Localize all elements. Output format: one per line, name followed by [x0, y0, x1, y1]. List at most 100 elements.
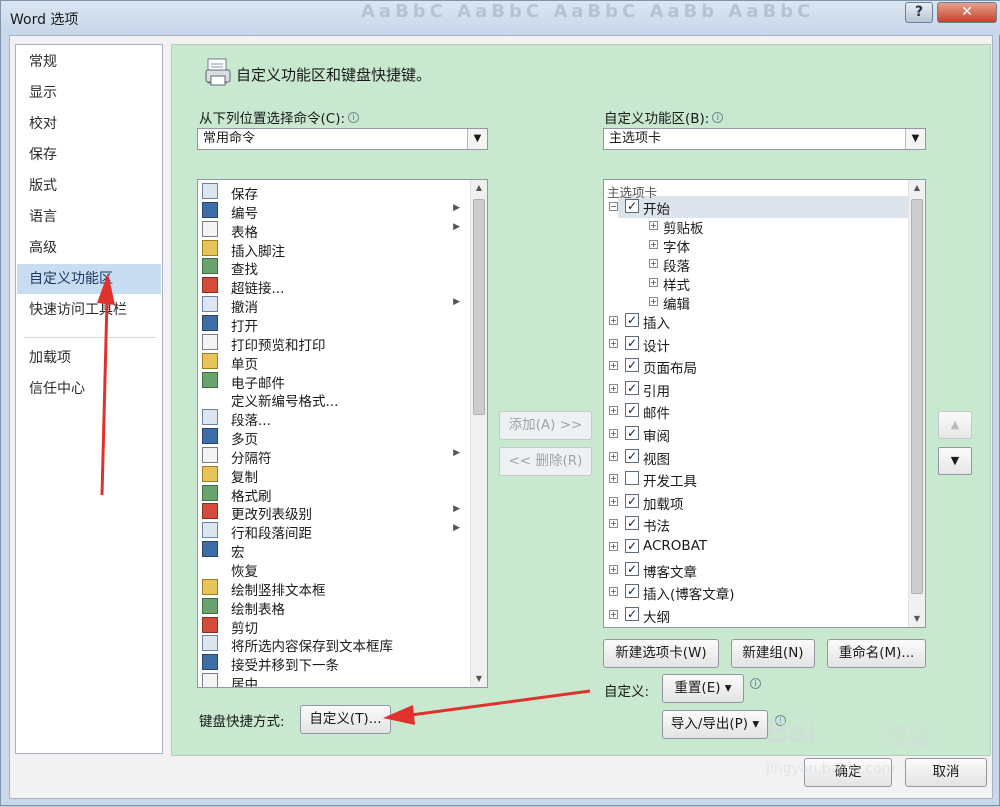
close-button[interactable]: ✕ [937, 2, 997, 23]
tab-node[interactable]: + ✓ 插入 [604, 310, 904, 332]
tab-checkbox[interactable]: ✓ [625, 516, 639, 531]
nav-item[interactable]: 信任中心 [17, 374, 161, 404]
nav-item[interactable]: 加载项 [17, 343, 161, 373]
command-item[interactable]: 居中 [200, 672, 464, 687]
scroll-down-icon[interactable]: ▼ [909, 611, 925, 627]
collapse-icon[interactable]: − [609, 202, 618, 211]
nav-item[interactable]: 快速访问工具栏 [17, 295, 161, 325]
scroll-up-icon[interactable]: ▲ [471, 180, 487, 196]
command-item[interactable]: 将所选内容保存到文本框库 [200, 634, 464, 655]
tab-node[interactable]: + ✓ 大纲 [604, 604, 904, 626]
command-item[interactable]: 插入脚注 [200, 239, 464, 260]
expand-icon[interactable]: + [649, 240, 658, 249]
new-tab-button[interactable]: 新建选项卡(W) [603, 639, 719, 668]
expand-icon[interactable]: + [609, 609, 618, 619]
expand-icon[interactable]: + [609, 542, 618, 551]
ribbon-tabs-tree[interactable]: + ✓ 大纲 + ✓ 插入(博客文章) + ✓ 博客文章 + ✓ ACROBAT + ✓ 书法 + ✓ 加载项 + 开… [603, 179, 926, 628]
expand-icon[interactable]: + [609, 361, 618, 371]
tab-node[interactable]: + ✓ 博客文章 [604, 559, 904, 581]
tabs-tree-scrollbar[interactable]: ▲ ▼ [908, 180, 925, 627]
command-item[interactable]: 复制 [200, 465, 464, 486]
group-node[interactable]: + 编辑 [604, 291, 904, 313]
command-item[interactable]: 接受并移到下一条 [200, 653, 464, 674]
command-item[interactable]: 查找 [200, 257, 464, 278]
command-item[interactable]: 多页 [200, 427, 464, 448]
expand-icon[interactable]: + [609, 496, 618, 506]
expand-icon[interactable]: + [609, 429, 618, 438]
group-node[interactable]: + 段落 [604, 253, 904, 275]
command-item[interactable]: 绘制表格 [200, 597, 464, 618]
help-button[interactable]: ? [905, 2, 933, 23]
command-item[interactable]: 打印预览和打印 [200, 333, 464, 354]
nav-item[interactable]: 常规 [17, 47, 161, 77]
command-item[interactable]: 更改列表级别 ▶ [200, 502, 464, 523]
tab-node[interactable]: + ✓ 邮件 [604, 400, 904, 422]
nav-item[interactable]: 高级 [17, 233, 161, 263]
command-item[interactable]: 剪切 [200, 616, 464, 637]
tab-checkbox[interactable]: ✓ [625, 539, 639, 553]
tab-node[interactable]: + ✓ 视图 [604, 446, 904, 468]
command-item[interactable]: 恢复 [200, 559, 464, 580]
group-node[interactable]: + 样式 [604, 272, 904, 294]
tab-checkbox[interactable]: ✓ [625, 358, 639, 373]
scroll-down-icon[interactable]: ▼ [471, 671, 487, 687]
tab-checkbox[interactable]: ✓ [625, 335, 639, 350]
group-node[interactable]: + 剪贴板 [604, 215, 904, 237]
new-group-button[interactable]: 新建组(N) [731, 639, 815, 668]
command-item[interactable]: 分隔符 ▶ [200, 446, 464, 467]
import-export-button[interactable]: 导入/导出(P) ▾ [662, 710, 768, 739]
scroll-thumb[interactable] [911, 199, 923, 594]
nav-item[interactable]: 保存 [17, 140, 161, 170]
nav-item[interactable]: 版式 [17, 171, 161, 201]
command-item[interactable]: 撤消 ▶ [200, 295, 464, 316]
group-node[interactable]: + 字体 [604, 234, 904, 256]
tab-node[interactable]: + ✓ 设计 [604, 333, 904, 355]
expand-icon[interactable]: + [609, 406, 618, 416]
command-item[interactable]: 单页 [200, 352, 464, 373]
expand-icon[interactable]: + [609, 316, 618, 325]
expand-icon[interactable]: + [649, 278, 658, 287]
tab-checkbox[interactable] [625, 471, 639, 486]
tab-node[interactable]: + ✓ 插入(博客文章) [604, 581, 904, 603]
tab-checkbox[interactable]: ✓ [625, 561, 639, 576]
nav-item[interactable]: 自定义功能区 [17, 264, 161, 294]
scroll-thumb[interactable] [473, 199, 485, 415]
tab-checkbox[interactable]: ✓ [625, 426, 639, 440]
expand-icon[interactable]: + [609, 519, 618, 529]
command-item[interactable]: 宏 [200, 540, 464, 561]
command-item[interactable]: 超链接... [200, 276, 464, 297]
tab-checkbox[interactable]: ✓ [625, 606, 639, 621]
scroll-up-icon[interactable]: ▲ [909, 180, 925, 196]
tab-checkbox[interactable]: ✓ [625, 403, 639, 418]
tab-checkbox[interactable]: ✓ [625, 313, 639, 327]
nav-item[interactable]: 语言 [17, 202, 161, 232]
commands-list-scrollbar[interactable]: ▲ ▼ [470, 180, 487, 687]
command-item[interactable]: 格式刷 [200, 484, 464, 505]
remove-button[interactable]: << 删除(R) [499, 447, 592, 476]
choose-commands-combo[interactable]: 常用命令 ▼ [197, 128, 488, 150]
tab-checkbox[interactable]: ✓ [625, 199, 639, 213]
expand-icon[interactable]: + [609, 474, 618, 484]
command-item[interactable]: 表格 ▶ [200, 220, 464, 241]
tab-checkbox[interactable]: ✓ [625, 448, 639, 463]
command-item[interactable]: 电子邮件 [200, 371, 464, 392]
tab-node[interactable]: + ✓ 加载项 [604, 491, 904, 513]
commands-list[interactable]: 居中 接受并移到下一条 将所选内容保存到文本框库 剪切 绘制表格 绘制竖排文本框 恢复 宏 行和… [197, 179, 488, 688]
expand-icon[interactable]: + [649, 221, 658, 230]
tab-node[interactable]: − ✓ 开始 [609, 196, 915, 218]
add-button[interactable]: 添加(A) >> [499, 411, 592, 440]
expand-icon[interactable]: + [649, 297, 658, 306]
expand-icon[interactable]: + [649, 259, 658, 268]
reset-button[interactable]: 重置(E) ▾ [662, 674, 744, 703]
command-item[interactable]: 编号 ▶ [200, 201, 464, 222]
command-item[interactable]: 行和段落间距 ▶ [200, 521, 464, 542]
command-item[interactable]: 定义新编号格式... [200, 389, 464, 410]
tab-node[interactable]: + ✓ ACROBAT [604, 536, 904, 558]
expand-icon[interactable]: + [609, 338, 618, 348]
keyboard-customize-button[interactable]: 自定义(T)... [300, 705, 391, 734]
tab-checkbox[interactable]: ✓ [625, 584, 639, 599]
nav-item[interactable]: 校对 [17, 109, 161, 139]
customize-ribbon-combo[interactable]: 主选项卡 ▼ [603, 128, 926, 150]
tab-node[interactable]: + ✓ 审阅 [604, 423, 904, 445]
rename-button[interactable]: 重命名(M)... [827, 639, 926, 668]
